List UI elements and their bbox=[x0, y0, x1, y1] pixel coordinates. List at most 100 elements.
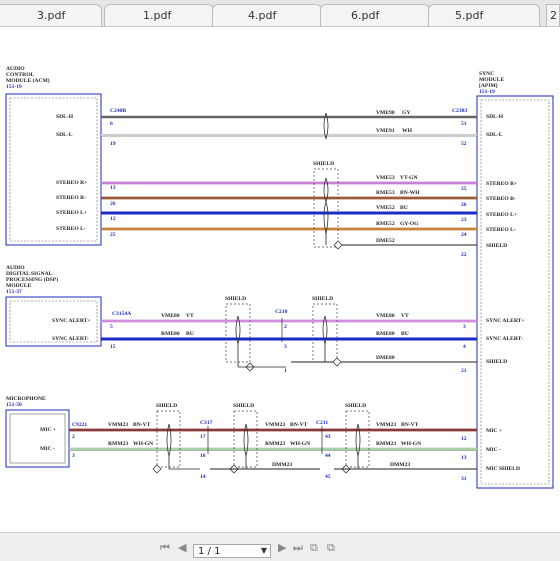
connector-c240b: C240B bbox=[110, 108, 126, 114]
acm-pin-number: 12 bbox=[110, 216, 116, 222]
connector-c211: C211 bbox=[316, 420, 328, 426]
wire-dme52: DME52 bbox=[333, 238, 477, 250]
circuit-code: DMM23 bbox=[272, 462, 292, 468]
page-view-icon[interactable]: ⧉ bbox=[310, 541, 318, 555]
circuit-color: BN-VT bbox=[290, 422, 308, 428]
page-selector[interactable]: 1 / 1 ▼ bbox=[193, 544, 271, 558]
apim-pin-number: 13 bbox=[461, 455, 467, 461]
circuit-code: VMM23 bbox=[376, 422, 396, 428]
shield-label: SHIELD bbox=[156, 403, 177, 409]
connector-c317: C317 bbox=[200, 420, 213, 426]
tab-1-pdf[interactable]: 1.pdf bbox=[104, 4, 214, 26]
circuit-code: VME80 bbox=[376, 313, 395, 319]
last-page-icon[interactable]: ⏭ bbox=[293, 541, 303, 555]
splice-diamond bbox=[332, 357, 342, 367]
dsp-pin-label: SYNC ALERT+ bbox=[52, 318, 91, 324]
page-number: 1 / 1 bbox=[198, 546, 221, 557]
apim-pin-number: 31 bbox=[461, 476, 467, 482]
chevron-down-icon: ▼ bbox=[260, 546, 267, 555]
apim-pin-number: 12 bbox=[461, 436, 467, 442]
circuit-code: VME91 bbox=[376, 128, 395, 134]
first-page-icon[interactable]: ⏮ bbox=[160, 541, 170, 555]
acm-module-box bbox=[5, 93, 102, 246]
mic-ref: 151-50 bbox=[6, 402, 22, 408]
acm-pin-label: STEREO R- bbox=[56, 195, 86, 201]
circuit-color: WH-GN bbox=[133, 441, 153, 447]
wire-stereo-r-plus: VME53 VT-GN bbox=[101, 175, 477, 185]
acm-pin-label: STEREO L- bbox=[56, 226, 86, 232]
tab-bar: 3.pdf 1.pdf 4.pdf 6.pdf 5.pdf 2 bbox=[0, 0, 560, 27]
circuit-color: GY-OG bbox=[400, 221, 419, 227]
circuit-color: BN-VT bbox=[133, 422, 151, 428]
two-page-view-icon[interactable]: ⧉ bbox=[327, 541, 335, 555]
dsp-title-3: PROCESSING (DSP) bbox=[6, 276, 58, 283]
apim-pin-label: SHIELD bbox=[486, 243, 507, 249]
circuit-code: RMM23 bbox=[108, 441, 128, 447]
shield-label: SHIELD bbox=[345, 403, 366, 409]
circuit-color: BN-WH bbox=[400, 190, 420, 196]
next-page-icon[interactable]: ▶ bbox=[278, 541, 286, 554]
acm-title-3: MODULE (ACM) bbox=[6, 77, 50, 84]
circuit-code: VME80 bbox=[161, 313, 180, 319]
c317-pin: 17 bbox=[200, 434, 206, 440]
wire-mic-minus: RMM23 WH-GN RMM23 WH-GN RMM23 WH-GN bbox=[69, 441, 477, 451]
acm-pin-number: 26 bbox=[110, 201, 116, 207]
wire-sync-alert-plus: VME80 VT VME80 VT bbox=[101, 313, 477, 323]
apim-pin-label: STEREO L- bbox=[486, 227, 516, 233]
acm-pin-number: 6 bbox=[110, 121, 113, 127]
apim-pin-label: SDL-H bbox=[486, 114, 504, 120]
wire-sdl-h: VME90 GY bbox=[101, 110, 477, 119]
circuit-color: GY bbox=[402, 110, 410, 116]
apim-pin-number: 24 bbox=[461, 232, 467, 238]
tab-label: 2 bbox=[550, 9, 557, 22]
circuit-code: VME52 bbox=[376, 205, 395, 211]
pdf-toolbar: ⏮ ◀ 1 / 1 ▼ ▶ ⏭ ⧉ ⧉ bbox=[0, 532, 560, 561]
shield-label: SHIELD bbox=[313, 161, 334, 167]
wire-sdl-l: VME91 WH bbox=[101, 128, 477, 137]
connector-c2383: C2383 bbox=[452, 108, 467, 114]
circuit-color: WH bbox=[402, 128, 413, 134]
acm-pin-number: 25 bbox=[110, 232, 116, 238]
shield-label: SHIELD bbox=[312, 296, 333, 302]
circuit-code: RME52 bbox=[376, 221, 395, 227]
circuit-code: RMM23 bbox=[265, 441, 285, 447]
apim-pin-label: STEREO R- bbox=[486, 196, 516, 202]
prev-page-icon[interactable]: ◀ bbox=[178, 541, 186, 554]
acm-ref: 151-19 bbox=[6, 84, 22, 90]
connector-c210: C210 bbox=[275, 309, 288, 315]
tab-3-pdf[interactable]: 3.pdf bbox=[0, 4, 102, 26]
circuit-color: WH-GN bbox=[290, 441, 310, 447]
tab-2-pdf[interactable]: 2 bbox=[546, 4, 560, 26]
wire-dmm23: DMM23 bbox=[210, 462, 320, 470]
wire-stereo-l-minus: RME52 GY-OG bbox=[101, 221, 477, 231]
apim-pin-label: SYNC ALERT- bbox=[486, 336, 523, 342]
apim-module-inner bbox=[480, 99, 550, 485]
circuit-color: BU bbox=[401, 331, 409, 337]
mic-pin-label: MIC - bbox=[40, 446, 55, 452]
apim-pin-number: 22 bbox=[461, 252, 467, 258]
tab-label: 4.pdf bbox=[248, 9, 277, 22]
circuit-color: BU bbox=[400, 205, 408, 211]
acm-module-inner bbox=[9, 97, 98, 242]
apim-pin-label: MIC - bbox=[486, 447, 501, 453]
tab-4-pdf[interactable]: 4.pdf bbox=[212, 4, 322, 26]
circuit-code: RME80 bbox=[376, 331, 395, 337]
circuit-code: DME80 bbox=[376, 355, 395, 361]
splice-diamond bbox=[333, 240, 343, 250]
tab-5-pdf[interactable]: 5.pdf bbox=[428, 4, 540, 26]
dsp-pin-number: 5 bbox=[110, 324, 113, 330]
apim-pin-number: 52 bbox=[461, 141, 467, 147]
dsp-ref: 151-37 bbox=[6, 289, 22, 295]
apim-pin-number: 23 bbox=[461, 217, 467, 223]
shield-label: SHIELD bbox=[225, 296, 246, 302]
wiring-diagram: AUDIO CONTROL MODULE (ACM) 151-19 SYNC M… bbox=[5, 66, 554, 489]
acm-pin-number: 19 bbox=[110, 141, 116, 147]
tab-6-pdf[interactable]: 6.pdf bbox=[320, 4, 430, 26]
wire-mic-plus: VMM23 BN-VT VMM23 BN-VT VMM23 BN-VT bbox=[69, 422, 477, 432]
wire-stereo-l-plus: VME52 BU bbox=[101, 205, 477, 215]
circuit-color: VT bbox=[401, 313, 409, 319]
c317-pin: 14 bbox=[200, 474, 206, 480]
c210-pin: 3 bbox=[284, 344, 287, 350]
splice-diamond bbox=[152, 464, 162, 474]
apim-pin-label: MIC SHIELD bbox=[486, 466, 520, 472]
